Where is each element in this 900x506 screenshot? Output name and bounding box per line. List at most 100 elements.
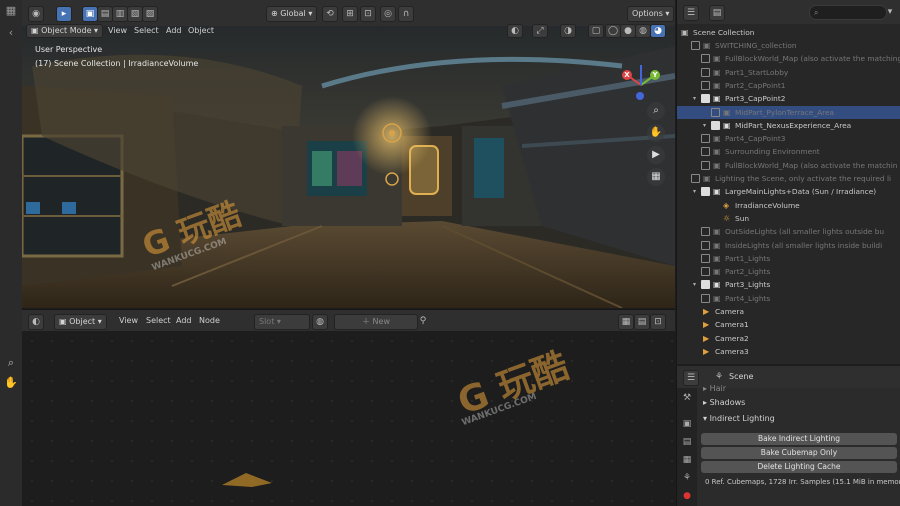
visibility-icon[interactable]: ◐ bbox=[507, 24, 523, 38]
scene-tab-icon[interactable]: ⚘ bbox=[680, 472, 694, 485]
outliner-row[interactable]: ▣ Part1_Lights bbox=[677, 252, 900, 265]
gizmo-y-axis[interactable]: Y bbox=[650, 70, 660, 80]
exclude-checkbox[interactable] bbox=[701, 293, 710, 303]
menu-view[interactable]: View bbox=[108, 24, 127, 38]
editor-type-button[interactable]: ◉ bbox=[28, 6, 44, 22]
overlay-toggle-icon[interactable]: ◑ bbox=[560, 24, 576, 38]
outliner-row[interactable]: ☼ Sun bbox=[677, 212, 900, 225]
overlay-node-icon[interactable]: ⊡ bbox=[650, 314, 666, 330]
select-extend-icon[interactable]: ▤ bbox=[97, 6, 113, 22]
material-shading-icon[interactable]: ◍ bbox=[635, 24, 651, 38]
outliner-row[interactable]: ▶ Camera bbox=[677, 305, 900, 318]
exclude-checkbox[interactable] bbox=[711, 120, 720, 130]
select-tool-icon[interactable]: ▸ bbox=[56, 6, 72, 22]
zoom-view-icon[interactable]: ⌕ bbox=[647, 102, 665, 120]
shadows-section[interactable]: ▸ Shadows bbox=[703, 398, 745, 407]
outliner-row[interactable]: ▣ Part1_StartLobby bbox=[677, 66, 900, 79]
select-box-mode-icon[interactable]: ▣ bbox=[82, 6, 98, 22]
zoom-icon[interactable]: ⌕ bbox=[4, 356, 18, 370]
outliner-row[interactable]: ◈ IrradianceVolume bbox=[677, 199, 900, 212]
3d-viewport[interactable]: User Perspective (17) Scene Collection |… bbox=[22, 26, 675, 308]
scene-collection-row[interactable]: ▣ Scene Collection bbox=[677, 26, 900, 39]
exclude-checkbox[interactable] bbox=[701, 227, 710, 237]
camera-view-icon[interactable]: ▶ bbox=[647, 146, 665, 164]
exclude-checkbox[interactable] bbox=[701, 187, 710, 197]
transform-orientation-select[interactable]: ⊕ Global ▾ bbox=[266, 6, 318, 22]
expand-arrow-icon[interactable]: ▾ bbox=[693, 92, 696, 105]
pan-hand-icon[interactable]: ✋ bbox=[4, 376, 18, 390]
hair-section[interactable]: ▸ Hair bbox=[703, 384, 726, 393]
node-mode-select[interactable]: ▣ Object ▾ bbox=[54, 314, 107, 330]
exclude-checkbox[interactable] bbox=[701, 94, 710, 104]
tool-tab-icon[interactable]: ⚒ bbox=[680, 392, 694, 405]
outliner-row[interactable]: ▣ OutSideLights (all smaller lights outsi… bbox=[677, 225, 900, 238]
exclude-checkbox[interactable] bbox=[701, 67, 710, 77]
select-subtract-icon[interactable]: ▥ bbox=[112, 6, 128, 22]
menu-object[interactable]: Object bbox=[188, 24, 214, 38]
world-tab-icon[interactable]: ● bbox=[680, 490, 694, 503]
xray-toggle-icon[interactable]: ▢ bbox=[588, 24, 604, 38]
output-tab-icon[interactable]: ▤ bbox=[680, 436, 694, 449]
exclude-checkbox[interactable] bbox=[701, 267, 710, 277]
options-button[interactable]: Options ▾ bbox=[627, 6, 675, 22]
editor-type-icon[interactable]: ▦ bbox=[4, 4, 18, 18]
rendered-shading-icon[interactable]: ◕ bbox=[650, 24, 666, 38]
properties-editor-type-icon[interactable]: ☰ bbox=[683, 370, 699, 386]
node-menu-view[interactable]: View bbox=[119, 314, 138, 328]
exclude-checkbox[interactable] bbox=[701, 134, 710, 144]
exclude-checkbox[interactable] bbox=[691, 41, 700, 50]
material-browse-icon[interactable]: ◍ bbox=[312, 314, 328, 330]
outliner-row[interactable]: ▣ Part4_CapPoint3 bbox=[677, 132, 900, 145]
outliner-search-input[interactable]: ⌕ bbox=[809, 5, 887, 20]
outliner-editor-type-icon[interactable]: ☰ bbox=[683, 5, 699, 21]
wireframe-shading-icon[interactable]: ◯ bbox=[605, 24, 621, 38]
outliner-row[interactable]: ▶ Camera2 bbox=[677, 332, 900, 345]
select-intersect-icon[interactable]: ▨ bbox=[142, 6, 158, 22]
node-editor-canvas[interactable] bbox=[22, 331, 675, 506]
outliner-row[interactable]: ▶ Camera1 bbox=[677, 318, 900, 331]
outliner-row[interactable]: ▣ Part4_Lights bbox=[677, 292, 900, 305]
menu-add[interactable]: Add bbox=[166, 24, 182, 38]
pin-icon[interactable]: ⚲ bbox=[416, 314, 430, 328]
exclude-checkbox[interactable] bbox=[701, 160, 710, 170]
outliner-row[interactable]: ▣ Part2_Lights bbox=[677, 265, 900, 278]
view-layer-tab-icon[interactable]: ▦ bbox=[680, 454, 694, 467]
indirect-lighting-section[interactable]: ▾ Indirect Lighting bbox=[703, 414, 775, 423]
outliner-row[interactable]: ▣ MidPart_PylonTerrace_Area bbox=[677, 105, 900, 119]
exclude-checkbox[interactable] bbox=[701, 54, 710, 64]
node-menu-node[interactable]: Node bbox=[199, 314, 220, 328]
outliner-row[interactable]: ▣ Surrounding Environment bbox=[677, 145, 900, 158]
bake-indirect-lighting-button[interactable]: Bake Indirect Lighting bbox=[701, 433, 897, 445]
expand-arrow-icon[interactable]: ▾ bbox=[703, 119, 706, 132]
filter-icon[interactable]: ▾ bbox=[883, 5, 897, 19]
bake-cubemap-button[interactable]: Bake Cubemap Only bbox=[701, 447, 897, 459]
exclude-checkbox[interactable] bbox=[701, 240, 710, 250]
collapse-arrow-icon[interactable]: ‹ bbox=[4, 26, 18, 40]
outliner-row[interactable]: ▾ ▣ Part3_Lights bbox=[677, 278, 900, 291]
solid-shading-icon[interactable]: ● bbox=[620, 24, 636, 38]
expand-arrow-icon[interactable]: ▾ bbox=[693, 278, 696, 291]
outliner-row[interactable]: ▾ ▣ LargeMainLights+Data (Sun / Irradiance… bbox=[677, 185, 900, 198]
snap-icon[interactable]: ⊞ bbox=[342, 6, 358, 22]
gizmo-toggle-icon[interactable]: ⤢ bbox=[532, 24, 548, 38]
exclude-checkbox[interactable] bbox=[701, 280, 710, 290]
outliner-row[interactable]: ▶ Camera3 bbox=[677, 345, 900, 358]
gizmo-x-axis[interactable]: X bbox=[622, 70, 632, 80]
outliner-row[interactable]: ▣ InsideLights (all smaller lights inside… bbox=[677, 239, 900, 252]
slot-select[interactable]: Slot ▾ bbox=[254, 314, 310, 330]
snap-target-icon[interactable]: ⊡ bbox=[360, 6, 376, 22]
exclude-checkbox[interactable] bbox=[701, 253, 710, 263]
pan-view-icon[interactable]: ✋ bbox=[647, 124, 665, 142]
outliner-row[interactable]: ▾ ▣ MidPart_NexusExperience_Area bbox=[677, 119, 900, 132]
outliner-row[interactable]: ▣ FullBlockWorld_Map (also activate the m… bbox=[677, 159, 900, 172]
outliner-row[interactable]: ▾ ▣ Part3_CapPoint2 bbox=[677, 92, 900, 105]
outliner[interactable]: ▣ Scene Collection ▣ SWITCHING_collection… bbox=[676, 24, 900, 364]
falloff-icon[interactable]: ∩ bbox=[398, 6, 414, 22]
exclude-checkbox[interactable] bbox=[701, 80, 710, 90]
new-material-button[interactable]: ＋ New bbox=[334, 314, 418, 330]
gizmo-neg-z-dot[interactable] bbox=[636, 92, 644, 100]
ortho-toggle-icon[interactable]: ▦ bbox=[647, 168, 665, 186]
node-editor-type-button[interactable]: ◐ bbox=[28, 314, 44, 330]
node-menu-select[interactable]: Select bbox=[146, 314, 171, 328]
select-invert-icon[interactable]: ▧ bbox=[127, 6, 143, 22]
